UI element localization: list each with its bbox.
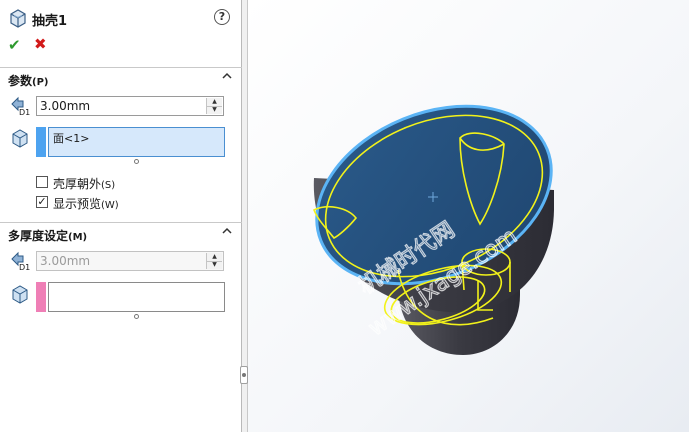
multi-thickness-group-shortcut: (M) (68, 232, 88, 243)
multi-thickness-faces-icon (12, 285, 28, 304)
panel-title-row: 抽壳1 ? (8, 8, 234, 29)
parameters-group-title: 参数 (8, 74, 33, 88)
splitter-grip-icon[interactable] (240, 366, 248, 384)
collapse-caret-icon[interactable] (222, 71, 232, 81)
faces-to-remove-icon (12, 129, 28, 148)
graphics-viewport[interactable]: 机械时代网 www.jxage.com (248, 0, 689, 432)
show-preview-shortcut: (W) (101, 200, 119, 211)
parameters-group-header[interactable]: 参数(P) (0, 67, 242, 90)
multi-thickness-group-header[interactable]: 多厚度设定(M) (0, 222, 242, 245)
shell-feature-icon (10, 9, 26, 28)
thickness-value: 3.00mm (40, 99, 91, 113)
svg-text:D1: D1 (19, 108, 30, 116)
multi-thickness-value: 3.00mm (40, 254, 91, 268)
faces-selection-color (36, 127, 46, 157)
show-preview-label: 显示预览 (53, 197, 102, 211)
multi-thickness-d1-icon: D1 (11, 251, 30, 271)
help-icon[interactable]: ? (214, 9, 230, 25)
spin-down-icon[interactable]: ▼ (207, 106, 222, 114)
resize-handle[interactable] (134, 314, 139, 319)
thickness-spinner[interactable]: ▲ ▼ (206, 98, 222, 114)
selected-face-item[interactable]: 面<1> (53, 130, 89, 146)
shell-model[interactable]: 机械时代网 www.jxage.com (248, 0, 689, 432)
show-preview-checkbox[interactable]: ✓ (36, 196, 48, 208)
close-icon[interactable]: ✖ (34, 35, 47, 53)
check-icon[interactable]: ✔ (8, 36, 21, 54)
collapse-caret-icon[interactable] (222, 226, 232, 236)
multi-thickness-spinner[interactable]: ▲ ▼ (206, 253, 222, 269)
multi-thickness-group-title: 多厚度设定 (8, 229, 69, 243)
thickness-input[interactable]: 3.00mm ▲ ▼ (36, 96, 224, 116)
shell-outward-label: 壳厚朝外 (53, 177, 102, 191)
shell-outward-shortcut: (S) (101, 180, 116, 191)
thickness-d1-icon: D1 (11, 96, 30, 116)
parameters-group-shortcut: (P) (32, 77, 49, 88)
spin-down-icon[interactable]: ▼ (207, 261, 222, 269)
property-manager-panel: 抽壳1 ? ✔ ✖ 参数(P) D1 3.00mm ▲ ▼ 面<1> 壳厚朝外(… (0, 0, 242, 432)
faces-selection-box[interactable]: 面<1> (48, 127, 225, 157)
multi-thickness-selection-color (36, 282, 46, 312)
shell-outward-checkbox[interactable] (36, 176, 48, 188)
svg-text:D1: D1 (19, 263, 30, 271)
multi-thickness-faces-box[interactable] (48, 282, 225, 312)
panel-title: 抽壳1 (32, 14, 68, 29)
multi-thickness-input[interactable]: 3.00mm ▲ ▼ (36, 251, 224, 271)
resize-handle[interactable] (134, 159, 139, 164)
